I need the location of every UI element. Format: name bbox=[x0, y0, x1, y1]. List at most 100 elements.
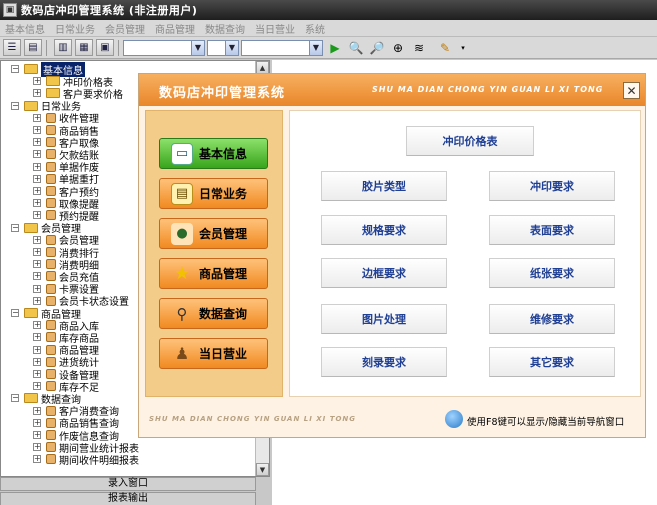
menu-today-business[interactable]: 当日营业 bbox=[250, 21, 300, 36]
expand-icon[interactable]: + bbox=[33, 77, 41, 86]
expand-icon[interactable]: + bbox=[33, 248, 41, 256]
expand-icon[interactable]: + bbox=[33, 284, 41, 293]
field-select[interactable]: ▼ bbox=[123, 39, 205, 56]
repair-requirement-button[interactable]: 维修要求 bbox=[489, 304, 615, 334]
nav-today-business[interactable]: ♟ 当日营业 bbox=[159, 338, 268, 369]
expand-icon[interactable]: + bbox=[33, 272, 41, 281]
item-icon bbox=[46, 234, 56, 245]
sort-icon[interactable]: ≋ bbox=[410, 39, 428, 56]
tree-toggle-button[interactable]: ☰ bbox=[3, 39, 21, 56]
menu-daily-business[interactable]: 日常业务 bbox=[50, 21, 100, 36]
expand-icon[interactable]: + bbox=[33, 455, 41, 464]
folder-icon bbox=[46, 76, 60, 87]
item-icon bbox=[46, 173, 56, 184]
item-icon bbox=[46, 283, 56, 294]
item-icon bbox=[46, 210, 56, 221]
item-icon bbox=[46, 381, 56, 392]
dialog-pinyin-footer: SHU MA DIAN CHONG YIN GUAN LI XI TONG bbox=[149, 415, 357, 423]
expand-icon[interactable]: + bbox=[33, 126, 41, 134]
toolbar: ☰ ▤ ▥ ▦ ▣ ▼ ▼ ▼ ▶ 🔍 🔎 ⊕ ≋ ✎ ▾ bbox=[0, 37, 657, 59]
expand-icon[interactable]: + bbox=[33, 174, 41, 183]
nav-goods[interactable]: ★ 商品管理 bbox=[159, 258, 268, 289]
pencil-icon[interactable]: ✎ bbox=[436, 39, 454, 56]
tree-node-label: 期间收件明细报表 bbox=[59, 455, 139, 467]
expand-icon[interactable]: + bbox=[33, 187, 41, 195]
dropdown-icon[interactable]: ▾ bbox=[454, 39, 472, 56]
paper-requirement-button[interactable]: 纸张要求 bbox=[489, 258, 615, 288]
menu-members[interactable]: 会员管理 bbox=[100, 21, 150, 36]
value-select[interactable]: ▼ bbox=[241, 39, 323, 56]
burn-requirement-button[interactable]: 刻录要求 bbox=[321, 347, 447, 377]
item-icon bbox=[46, 356, 56, 367]
expand-icon[interactable]: + bbox=[33, 418, 41, 427]
run-query-icon[interactable]: ▶ bbox=[326, 39, 344, 56]
item-icon bbox=[46, 320, 56, 331]
item-icon bbox=[46, 125, 56, 135]
dialog-pinyin-title: SHU MA DIAN CHONG YIN GUAN LI XI TONG bbox=[372, 85, 604, 94]
border-requirement-button[interactable]: 边框要求 bbox=[321, 258, 447, 288]
price-table-button[interactable]: 冲印价格表 bbox=[406, 126, 534, 156]
close-icon[interactable]: ✕ bbox=[623, 82, 640, 99]
print-requirement-button[interactable]: 冲印要求 bbox=[489, 171, 615, 201]
expand-icon[interactable]: + bbox=[33, 89, 41, 98]
expand-icon[interactable]: + bbox=[33, 333, 41, 342]
report-output-button[interactable]: 报表输出 bbox=[0, 492, 256, 505]
collapse-icon[interactable]: − bbox=[11, 101, 19, 110]
info-globe-icon bbox=[445, 410, 463, 428]
folder-icon bbox=[46, 88, 60, 99]
spec-requirement-button[interactable]: 规格要求 bbox=[321, 215, 447, 245]
expand-icon[interactable]: + bbox=[33, 113, 41, 122]
folder-icon bbox=[24, 64, 38, 74]
menu-data-query[interactable]: 数据查询 bbox=[200, 21, 250, 36]
operator-select[interactable]: ▼ bbox=[207, 39, 239, 56]
input-window-button[interactable]: 录入窗口 bbox=[0, 477, 256, 491]
image-processing-button[interactable]: 图片处理 bbox=[321, 304, 447, 334]
collapse-icon[interactable]: − bbox=[11, 223, 19, 232]
expand-icon[interactable]: + bbox=[33, 260, 41, 269]
nav-daily-business[interactable]: ▤ 日常业务 bbox=[159, 178, 268, 209]
tree-leaf-node[interactable]: + 期间收件明细报表 bbox=[33, 453, 139, 467]
search-icon[interactable]: 🔍 bbox=[347, 39, 365, 56]
menu-basic-info[interactable]: 基本信息 bbox=[0, 21, 50, 36]
expand-icon[interactable]: + bbox=[33, 406, 41, 415]
chevron-down-icon[interactable]: ▼ bbox=[225, 40, 238, 55]
filter-icon[interactable]: ⊕ bbox=[389, 39, 407, 56]
expand-icon[interactable]: + bbox=[33, 382, 41, 391]
expand-icon[interactable]: + bbox=[33, 162, 41, 171]
surface-requirement-button[interactable]: 表面要求 bbox=[489, 215, 615, 245]
window-button[interactable]: ▤ bbox=[24, 39, 42, 56]
expand-icon[interactable]: + bbox=[33, 370, 41, 378]
menu-system[interactable]: 系统 bbox=[300, 21, 330, 36]
expand-icon[interactable]: + bbox=[33, 321, 41, 330]
chevron-down-icon[interactable]: ▼ bbox=[191, 40, 204, 55]
expand-icon[interactable]: + bbox=[33, 345, 41, 354]
expand-icon[interactable]: + bbox=[33, 357, 41, 366]
document-button[interactable]: ▥ bbox=[54, 39, 72, 56]
film-type-button[interactable]: 胶片类型 bbox=[321, 171, 447, 201]
other-requirement-button[interactable]: 其它要求 bbox=[489, 347, 615, 377]
expand-icon[interactable]: + bbox=[33, 431, 41, 439]
nav-members[interactable]: ● 会员管理 bbox=[159, 218, 268, 249]
image-button[interactable]: ▦ bbox=[75, 39, 93, 56]
navigator-button[interactable]: ▣ bbox=[96, 39, 114, 56]
expand-icon[interactable]: + bbox=[33, 211, 41, 220]
scroll-down-icon[interactable]: ▼ bbox=[256, 463, 269, 476]
advanced-search-icon[interactable]: 🔎 bbox=[368, 39, 386, 56]
expand-icon[interactable]: + bbox=[33, 296, 41, 305]
f8-tip: 使用F8键可以显示/隐藏当前导航窗口 bbox=[467, 417, 625, 428]
expand-icon[interactable]: + bbox=[33, 199, 41, 208]
chevron-down-icon[interactable]: ▼ bbox=[309, 40, 322, 55]
collapse-icon[interactable]: − bbox=[11, 65, 19, 73]
dialog-title: 数码店冲印管理系统 bbox=[159, 86, 286, 101]
collapse-icon[interactable]: − bbox=[11, 394, 19, 403]
expand-icon[interactable]: + bbox=[33, 235, 41, 244]
expand-icon[interactable]: + bbox=[33, 150, 41, 159]
item-icon bbox=[46, 405, 56, 416]
menu-goods[interactable]: 商品管理 bbox=[150, 21, 200, 36]
expand-icon[interactable]: + bbox=[33, 138, 41, 147]
collapse-icon[interactable]: − bbox=[11, 309, 19, 317]
item-icon bbox=[46, 295, 56, 306]
nav-basic-info[interactable]: ▭ 基本信息 bbox=[159, 138, 268, 169]
expand-icon[interactable]: + bbox=[33, 443, 41, 452]
nav-data-query[interactable]: ⚲ 数据查询 bbox=[159, 298, 268, 329]
